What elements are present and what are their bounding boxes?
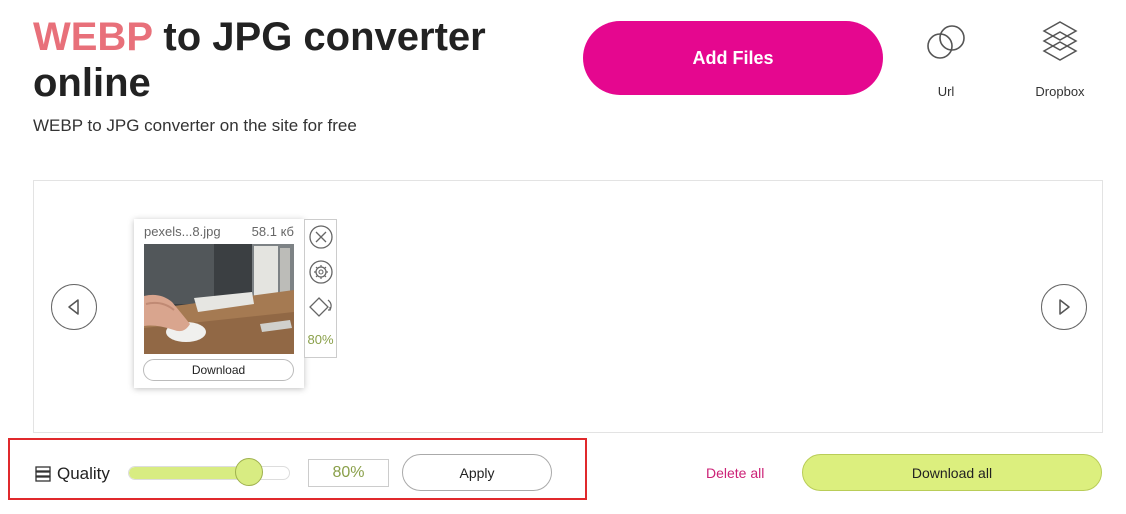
remove-file-button[interactable] <box>308 224 334 250</box>
file-card: pexels...8.jpg 58.1 кб Download <box>134 219 304 388</box>
files-panel: pexels...8.jpg 58.1 кб Download 80% <box>33 180 1103 433</box>
dropbox-source-button[interactable]: Dropbox <box>1020 20 1100 99</box>
file-download-button[interactable]: Download <box>143 359 294 381</box>
chevron-left-icon <box>68 299 79 315</box>
file-settings-button[interactable] <box>308 259 334 285</box>
page-title-accent: WEBP <box>33 15 153 59</box>
close-icon <box>309 225 333 249</box>
quality-value-input[interactable] <box>308 459 389 487</box>
file-tools: 80% <box>304 219 337 358</box>
file-size: 58.1 кб <box>251 224 294 239</box>
next-button[interactable] <box>1041 284 1087 330</box>
quality-slider-fill <box>129 467 251 479</box>
quality-controls: Quality Apply <box>8 438 587 500</box>
chevron-right-icon <box>1059 299 1070 315</box>
add-files-button[interactable]: Add Files <box>583 21 883 95</box>
link-icon <box>927 25 965 59</box>
download-all-button[interactable]: Download all <box>802 454 1102 491</box>
file-quality-value: 80% <box>307 332 334 347</box>
page-title: WEBP to JPG converter online <box>33 14 553 106</box>
page-subtitle: WEBP to JPG converter on the site for fr… <box>33 116 357 135</box>
quality-label: Quality <box>57 464 110 483</box>
dropbox-icon <box>1042 21 1078 61</box>
url-source-button[interactable]: Url <box>906 20 986 99</box>
quality-icon <box>35 466 51 482</box>
delete-all-link[interactable]: Delete all <box>706 465 764 481</box>
dropbox-source-label: Dropbox <box>1035 84 1085 99</box>
rotate-icon <box>309 297 332 317</box>
file-thumbnail <box>144 244 294 354</box>
file-name: pexels...8.jpg <box>144 224 221 239</box>
quality-slider-handle[interactable] <box>235 458 264 486</box>
file-card-header: pexels...8.jpg 58.1 кб <box>144 224 294 239</box>
quality-slider-track[interactable] <box>128 466 290 480</box>
rotate-button[interactable] <box>308 294 334 320</box>
url-source-label: Url <box>937 84 955 99</box>
apply-button[interactable]: Apply <box>402 454 552 491</box>
previous-button[interactable] <box>51 284 97 330</box>
gear-icon <box>309 260 333 284</box>
